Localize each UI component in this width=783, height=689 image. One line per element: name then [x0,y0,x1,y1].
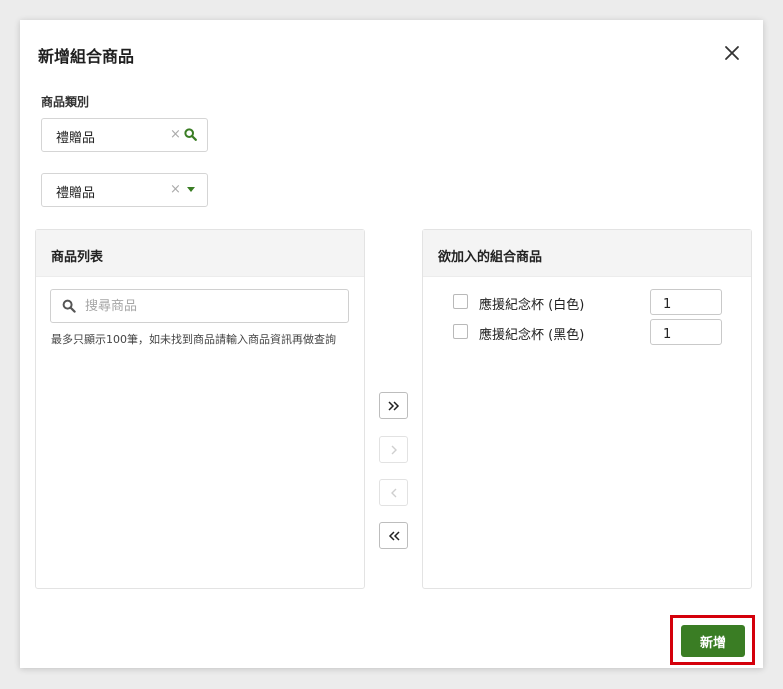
category-select-value: 禮贈品 [56,131,96,146]
caret-down-icon[interactable] [187,187,195,193]
item-checkbox[interactable] [453,324,468,339]
clear-icon[interactable]: × [170,183,181,197]
add-button[interactable]: 新增 [681,625,745,657]
product-search-field[interactable] [50,289,349,323]
item-checkbox[interactable] [453,294,468,309]
modal-title: 新增組合商品 [38,47,135,66]
selected-bundle-title: 欲加入的組合商品 [423,230,751,277]
list-item: 應援紀念杯 (黑色) [453,319,743,345]
search-icon [62,299,76,313]
move-all-left-button[interactable] [379,522,408,549]
item-name: 應援紀念杯 (白色) [479,298,585,313]
subcategory-select[interactable]: 禮贈品 × [41,173,208,207]
search-icon[interactable] [184,128,197,141]
chevron-left-icon [390,488,396,497]
move-all-right-button[interactable] [379,392,408,419]
move-left-button[interactable] [379,479,408,506]
close-icon[interactable] [721,42,743,64]
chevron-right-icon [391,445,397,454]
category-search-select[interactable]: 禮贈品 × [41,118,208,152]
list-item: 應援紀念杯 (白色) [453,289,743,315]
double-chevron-left-icon [388,530,400,541]
move-right-button[interactable] [379,436,408,463]
add-bundle-modal: 新增組合商品 商品類別 禮贈品 × 禮贈品 × 商品列表 最多只顯示100筆，如… [20,20,763,668]
item-name: 應援紀念杯 (黑色) [479,328,585,343]
quantity-input[interactable] [650,289,722,315]
selected-bundle-panel: 欲加入的組合商品 應援紀念杯 (白色) 應援紀念杯 (黑色) [422,229,752,589]
product-search-input[interactable] [85,296,335,316]
quantity-input[interactable] [650,319,722,345]
category-label: 商品類別 [41,95,90,109]
search-hint: 最多只顯示100筆，如未找到商品請輸入商品資訊再做查詢 [51,333,336,346]
product-list-title: 商品列表 [36,230,364,277]
double-chevron-right-icon [387,400,399,411]
subcategory-select-value: 禮贈品 [56,186,96,201]
clear-icon[interactable]: × [170,128,181,142]
product-list-panel: 商品列表 最多只顯示100筆，如未找到商品請輸入商品資訊再做查詢 [35,229,365,589]
